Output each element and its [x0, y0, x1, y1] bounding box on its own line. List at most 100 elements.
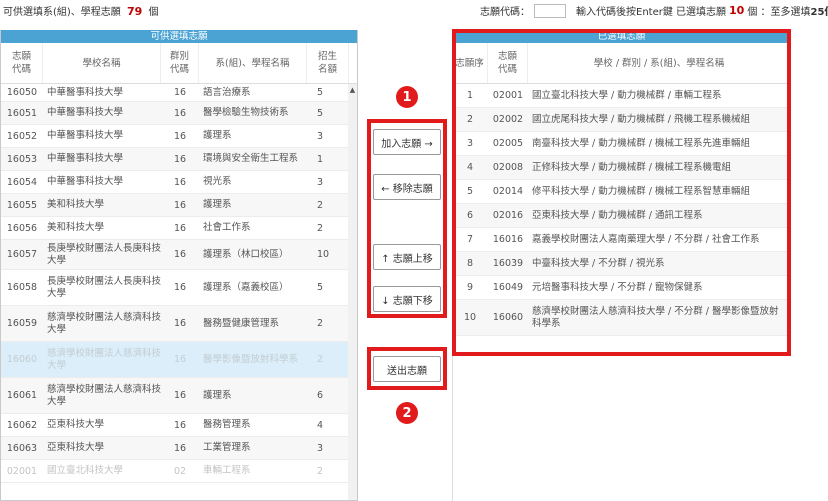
cell-school: 中華醫事科技大學 — [47, 130, 124, 141]
cell-quota: 2 — [317, 354, 324, 365]
cell-quota: 6 — [317, 390, 324, 401]
cell-quota: 5 — [317, 282, 324, 293]
available-row[interactable]: 16050 中華醫事科技大學 16 語言治療系 5 — [1, 84, 357, 102]
available-row[interactable]: 16054 中華醫事科技大學 16 視光系 3 — [1, 171, 357, 194]
cell-dept: 護理系 — [203, 130, 232, 141]
available-row[interactable]: 16058 長庚學校財團法人長庚科技大學 16 護理系（嘉義校區） 5 — [1, 270, 357, 306]
cell-school: 亞東科技大學 — [47, 442, 105, 453]
cell-group: 16 — [173, 222, 187, 234]
cell-quota: 2 — [317, 318, 324, 329]
cell-group: 16 — [173, 390, 187, 401]
available-row[interactable]: 16063 亞東科技大學 16 工業管理系 3 — [1, 437, 357, 460]
code-hint: 輸入代碼後按Enter鍵 已選填志願 — [576, 7, 727, 18]
cell-quota: 3 — [317, 176, 324, 188]
col-dept-header: 系(組)、學程名稱 — [199, 43, 307, 83]
cell-quota: 5 — [317, 87, 324, 98]
cell-school: 美和科技大學 — [47, 199, 105, 210]
available-row[interactable]: 16055 美和科技大學 16 護理系 2 — [1, 194, 357, 217]
cell-school: 中華醫事科技大學 — [47, 86, 124, 98]
available-list-body[interactable]: 16050 中華醫事科技大學 16 語言治療系 5 16051 中華醫事科技大學 16 醫學檢驗… — [1, 84, 357, 500]
cell-quota: 2 — [317, 199, 324, 211]
cell-group: 16 — [173, 176, 187, 188]
scrollbar[interactable]: ▲ — [348, 84, 357, 500]
available-count-text: 可供選填系(組)、學程志願 79 個 — [3, 3, 159, 18]
cell-dept: 語言治療系 — [203, 86, 251, 98]
available-list-title: 可供選填志願 — [1, 30, 357, 43]
cell-dept: 環境與安全衛生工程系 — [203, 153, 299, 164]
cell-code: 16061 — [6, 390, 38, 401]
code-input[interactable] — [534, 3, 566, 18]
available-row[interactable]: 16060 慈濟學校財團法人慈濟科技大學 16 醫學影像暨放射科學系 2 — [1, 342, 357, 378]
cell-code: 16050 — [6, 87, 38, 98]
available-row[interactable]: 16062 亞東科技大學 16 醫務管理系 4 — [1, 414, 357, 437]
available-list-header: 志願 代碼 學校名稱 群別 代碼 系(組)、學程名稱 招生 名額 — [1, 43, 357, 84]
cell-school: 中華醫事科技大學 — [47, 107, 124, 118]
cell-dept: 護理系（嘉義校區） — [203, 281, 289, 293]
cell-code: 16052 — [6, 130, 38, 142]
max-count: 25個志願 — [810, 7, 828, 18]
code-label: 志願代碼： — [480, 7, 530, 18]
cell-dept: 工業管理系 — [203, 442, 251, 453]
cell-quota: 4 — [317, 419, 324, 431]
cell-dept: 醫學檢驗生物技術系 — [203, 107, 289, 118]
cell-dept: 護理系（林口校區） — [203, 248, 289, 260]
cell-dept: 護理系 — [203, 389, 232, 401]
cell-school: 慈濟學校財團法人慈濟科技大學 — [47, 347, 162, 371]
available-row[interactable]: 16059 慈濟學校財團法人慈濟科技大學 16 醫務暨健康管理系 2 — [1, 306, 357, 342]
selected-list-highlight — [452, 29, 791, 356]
cell-dept: 醫學影像暨放射科學系 — [203, 353, 299, 365]
cell-group: 16 — [173, 354, 187, 365]
available-row[interactable]: 16061 慈濟學校財團法人慈濟科技大學 16 護理系 6 — [1, 378, 357, 414]
cell-code: 16053 — [6, 153, 38, 165]
cell-quota: 3 — [317, 130, 324, 142]
cell-quota: 1 — [317, 153, 324, 165]
cell-code: 16051 — [6, 107, 38, 119]
selected-count-suffix: 個 ：至多選填 — [747, 7, 811, 18]
available-row[interactable]: 16051 中華醫事科技大學 16 醫學檢驗生物技術系 5 — [1, 102, 357, 125]
cell-school: 慈濟學校財團法人慈濟科技大學 — [47, 311, 162, 335]
cell-school: 國立臺北科技大學 — [47, 465, 124, 476]
cell-group: 16 — [173, 282, 187, 293]
step-one-badge: 1 — [396, 86, 418, 108]
cell-code: 16059 — [6, 318, 38, 329]
cell-code: 16055 — [6, 199, 38, 211]
available-row[interactable]: 16052 中華醫事科技大學 16 護理系 3 — [1, 125, 357, 148]
cell-group: 16 — [173, 107, 187, 119]
col-code-header: 志願 代碼 — [1, 43, 43, 83]
cell-code: 16056 — [6, 222, 38, 234]
col-quota-header: 招生 名額 — [307, 43, 349, 83]
action-buttons-highlight — [367, 119, 447, 318]
available-row[interactable]: 02001 國立臺北科技大學 02 車輛工程系 2 — [1, 460, 357, 483]
cell-code: 16054 — [6, 176, 38, 188]
cell-quota: 2 — [317, 222, 324, 234]
available-suffix: 個 — [148, 7, 159, 18]
available-row[interactable]: 16056 美和科技大學 16 社會工作系 2 — [1, 217, 357, 240]
cell-code: 16057 — [6, 249, 38, 260]
cell-group: 16 — [173, 87, 187, 98]
cell-dept: 護理系 — [203, 199, 232, 210]
cell-quota: 10 — [317, 249, 330, 260]
cell-quota: 5 — [317, 107, 324, 119]
cell-dept: 醫務管理系 — [203, 419, 251, 430]
cell-quota: 3 — [317, 442, 324, 454]
cell-dept: 視光系 — [203, 176, 232, 187]
cell-school: 美和科技大學 — [47, 222, 105, 233]
col-group-header: 群別 代碼 — [161, 43, 199, 83]
cell-group: 02 — [173, 465, 187, 477]
submit-highlight — [367, 347, 447, 390]
cell-group: 16 — [173, 130, 187, 142]
cell-group: 16 — [173, 442, 187, 454]
available-row[interactable]: 16053 中華醫事科技大學 16 環境與安全衛生工程系 1 — [1, 148, 357, 171]
cell-school: 長庚學校財團法人長庚科技大學 — [47, 275, 162, 299]
available-row[interactable]: 16057 長庚學校財團法人長庚科技大學 16 護理系（林口校區） 10 — [1, 240, 357, 270]
cell-dept: 醫務暨健康管理系 — [203, 317, 280, 329]
available-count: 79 — [127, 5, 143, 18]
cell-school: 中華醫事科技大學 — [47, 153, 124, 164]
step-two-badge: 2 — [396, 402, 418, 424]
scroll-up-icon[interactable]: ▲ — [348, 86, 357, 94]
available-list-panel: 可供選填志願 志願 代碼 學校名稱 群別 代碼 系(組)、學程名稱 招生 名額 … — [0, 30, 358, 501]
cell-dept: 社會工作系 — [203, 222, 251, 233]
cell-school: 亞東科技大學 — [47, 419, 105, 430]
selected-count: 10 — [729, 4, 745, 17]
cell-group: 16 — [173, 199, 187, 211]
